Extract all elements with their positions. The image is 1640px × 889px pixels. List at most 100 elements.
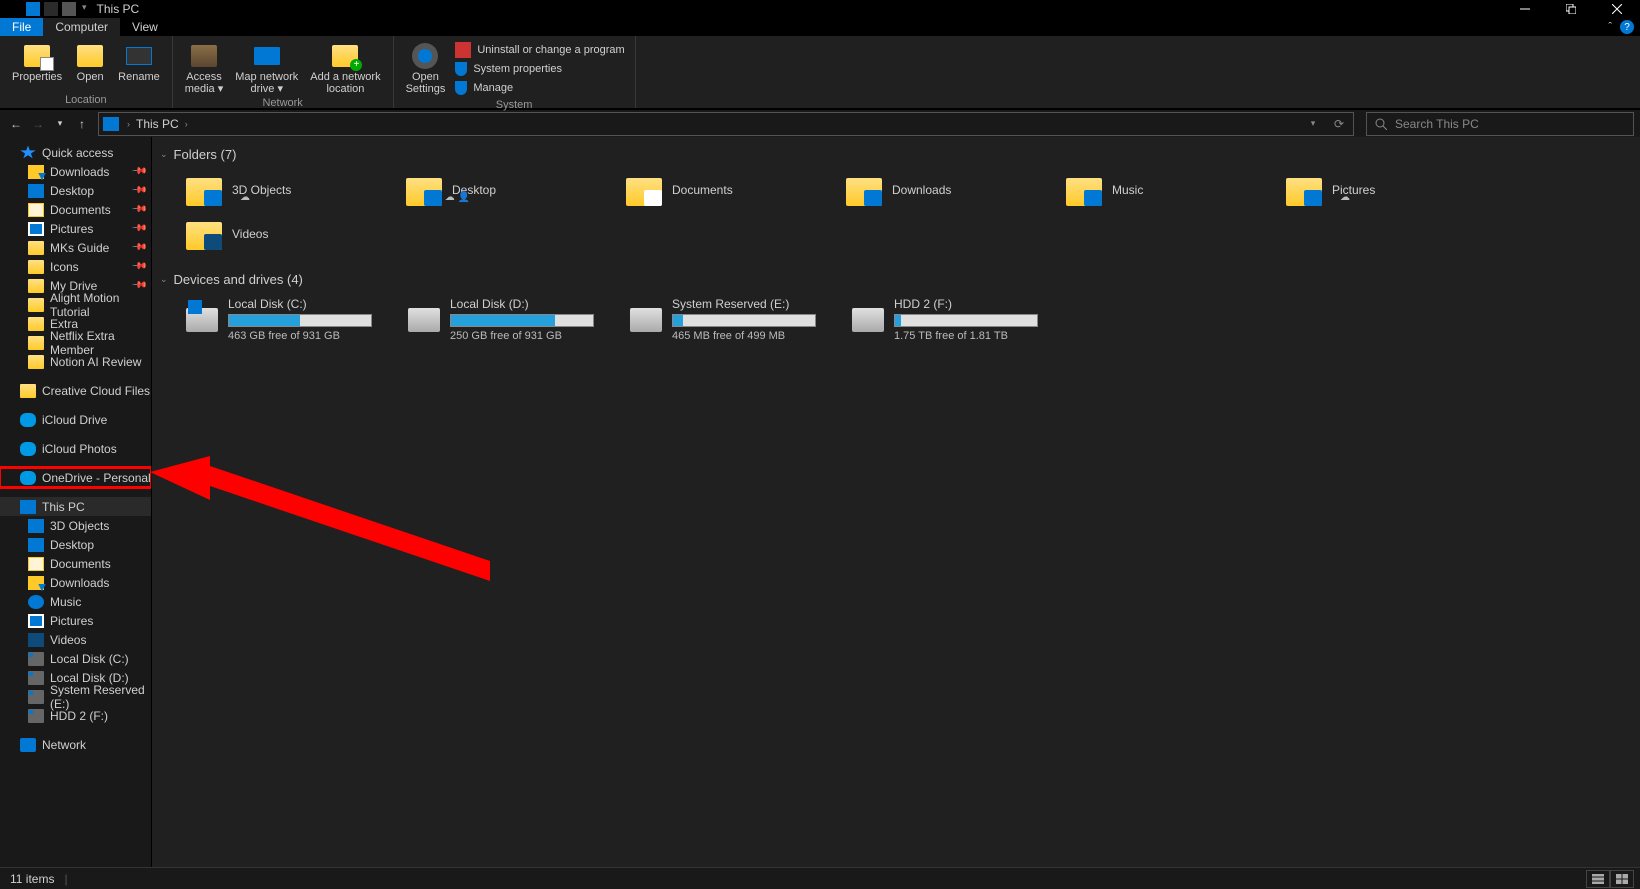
access-media-button[interactable]: Access media ▾ xyxy=(179,39,230,97)
drive-usage-bar xyxy=(450,314,594,327)
close-button[interactable] xyxy=(1594,0,1640,18)
open-button[interactable]: Open xyxy=(68,39,112,85)
rename-button[interactable]: Rename xyxy=(112,39,166,85)
sidebar-creative-cloud[interactable]: Creative Cloud Files xyxy=(0,381,151,400)
tree-label: Documents xyxy=(50,203,111,217)
video-icon xyxy=(28,633,44,647)
search-box[interactable] xyxy=(1366,112,1634,136)
folder-item[interactable]: Downloads xyxy=(842,168,1062,212)
drives-section-header[interactable]: ⌄Devices and drives (4) xyxy=(152,268,1640,291)
tree-label: iCloud Drive xyxy=(42,413,107,427)
recent-locations-button[interactable]: ▾ xyxy=(50,114,70,134)
sidebar-item[interactable]: System Reserved (E:) xyxy=(0,687,151,706)
folder-item[interactable]: ☁ 👤 Desktop xyxy=(402,168,622,212)
tree-label: Desktop xyxy=(50,184,94,198)
drive-item[interactable]: Local Disk (D:) 250 GB free of 931 GB xyxy=(404,293,626,346)
folder-icon xyxy=(186,218,222,250)
tiles-view-button[interactable] xyxy=(1610,870,1634,888)
folder-item[interactable]: Music xyxy=(1062,168,1282,212)
back-button[interactable]: ← xyxy=(6,114,26,134)
collapse-ribbon-button[interactable]: ˆ xyxy=(1608,21,1612,33)
drive-item[interactable]: HDD 2 (F:) 1.75 TB free of 1.81 TB xyxy=(848,293,1070,346)
up-button[interactable]: ↑ xyxy=(72,114,92,134)
sidebar-item[interactable]: Local Disk (C:) xyxy=(0,649,151,668)
sidebar-item[interactable]: Netflix Extra Member xyxy=(0,333,151,352)
sidebar-item[interactable]: HDD 2 (F:) xyxy=(0,706,151,725)
help-button[interactable]: ? xyxy=(1620,20,1634,34)
sidebar-icloud-photos[interactable]: iCloud Photos xyxy=(0,439,151,458)
sidebar-quick-access[interactable]: Quick access xyxy=(0,143,151,162)
hdd-icon xyxy=(28,671,44,685)
sidebar-item[interactable]: Alight Motion Tutorial xyxy=(0,295,151,314)
add-network-location-button[interactable]: +Add a network location xyxy=(304,39,386,97)
drive-item[interactable]: Local Disk (C:) 463 GB free of 931 GB xyxy=(182,293,404,346)
sidebar-network[interactable]: Network xyxy=(0,735,151,754)
sidebar-item[interactable]: Documents📌 xyxy=(0,200,151,219)
qat-dropdown[interactable]: ▾ xyxy=(82,2,87,16)
open-settings-button[interactable]: Open Settings xyxy=(400,39,452,97)
doc-icon xyxy=(28,557,44,571)
sidebar-this-pc[interactable]: This PC xyxy=(0,497,151,516)
minimize-button[interactable] xyxy=(1502,0,1548,18)
properties-button[interactable]: Properties xyxy=(6,39,68,85)
maximize-button[interactable] xyxy=(1548,0,1594,18)
system-properties-button[interactable]: System properties xyxy=(455,60,624,78)
pin-icon: 📌 xyxy=(130,163,147,180)
map-drive-button[interactable]: Map network drive ▾ xyxy=(229,39,304,97)
uninstall-program-button[interactable]: Uninstall or change a program xyxy=(455,41,624,59)
sidebar-item[interactable]: Desktop📌 xyxy=(0,181,151,200)
cloud-status-icon: ☁ xyxy=(240,192,250,203)
tab-computer[interactable]: Computer xyxy=(43,18,120,36)
network-icon xyxy=(20,738,36,752)
folder-icon xyxy=(1066,174,1102,206)
refresh-button[interactable]: ⟳ xyxy=(1329,117,1349,131)
folder-label: Pictures xyxy=(1332,183,1375,197)
sidebar-icloud-drive[interactable]: iCloud Drive xyxy=(0,410,151,429)
sidebar-item[interactable]: Notion AI Review xyxy=(0,352,151,371)
tab-file[interactable]: File xyxy=(0,18,43,36)
folder-item[interactable]: Videos xyxy=(182,212,402,256)
sidebar-item[interactable]: Downloads📌 xyxy=(0,162,151,181)
breadcrumb-sep[interactable]: › xyxy=(183,119,190,129)
tree-label: Videos xyxy=(50,633,86,647)
sidebar-item[interactable]: Videos xyxy=(0,630,151,649)
item-count: 11 items xyxy=(10,872,54,886)
sidebar-item[interactable]: Downloads xyxy=(0,573,151,592)
forward-button[interactable]: → xyxy=(28,114,48,134)
manage-button[interactable]: Manage xyxy=(455,79,624,97)
sidebar-item[interactable]: Desktop xyxy=(0,535,151,554)
sidebar-item[interactable]: Icons📌 xyxy=(0,257,151,276)
navigation-bar: ← → ▾ ↑ › This PC › ▾ ⟳ xyxy=(0,109,1640,137)
qat-icon[interactable] xyxy=(44,2,58,16)
sidebar-onedrive[interactable]: OneDrive - Personal xyxy=(0,468,151,487)
folder-item[interactable]: ☁ 3D Objects xyxy=(182,168,402,212)
breadcrumb-this-pc[interactable]: This PC xyxy=(132,117,183,131)
tab-view[interactable]: View xyxy=(120,18,170,36)
tree-label: Pictures xyxy=(50,614,93,628)
sidebar-item[interactable]: Pictures📌 xyxy=(0,219,151,238)
drive-icon xyxy=(408,308,440,332)
sidebar-item[interactable]: MKs Guide📌 xyxy=(0,238,151,257)
hdd-icon xyxy=(28,690,44,704)
sidebar-item[interactable]: Documents xyxy=(0,554,151,573)
drive-icon xyxy=(630,308,662,332)
drive-item[interactable]: System Reserved (E:) 465 MB free of 499 … xyxy=(626,293,848,346)
folder-item[interactable]: ☁ Pictures xyxy=(1282,168,1502,212)
qat-icon[interactable] xyxy=(62,2,76,16)
tree-label: Local Disk (C:) xyxy=(50,652,129,666)
sidebar-item[interactable]: 3D Objects xyxy=(0,516,151,535)
folder-icon: ☁ xyxy=(186,174,222,206)
address-dropdown[interactable]: ▾ xyxy=(1303,118,1323,129)
drive-icon xyxy=(852,308,884,332)
sidebar-item[interactable]: Music xyxy=(0,592,151,611)
hdd-icon xyxy=(28,652,44,666)
address-bar[interactable]: › This PC › ▾ ⟳ xyxy=(98,112,1354,136)
details-view-button[interactable] xyxy=(1586,870,1610,888)
folders-section-header[interactable]: ⌄Folders (7) xyxy=(152,143,1640,166)
fold-icon xyxy=(28,336,44,350)
search-input[interactable] xyxy=(1395,117,1625,131)
breadcrumb-sep[interactable]: › xyxy=(125,119,132,129)
sidebar-item[interactable]: Pictures xyxy=(0,611,151,630)
folder-icon xyxy=(626,174,662,206)
folder-item[interactable]: Documents xyxy=(622,168,842,212)
